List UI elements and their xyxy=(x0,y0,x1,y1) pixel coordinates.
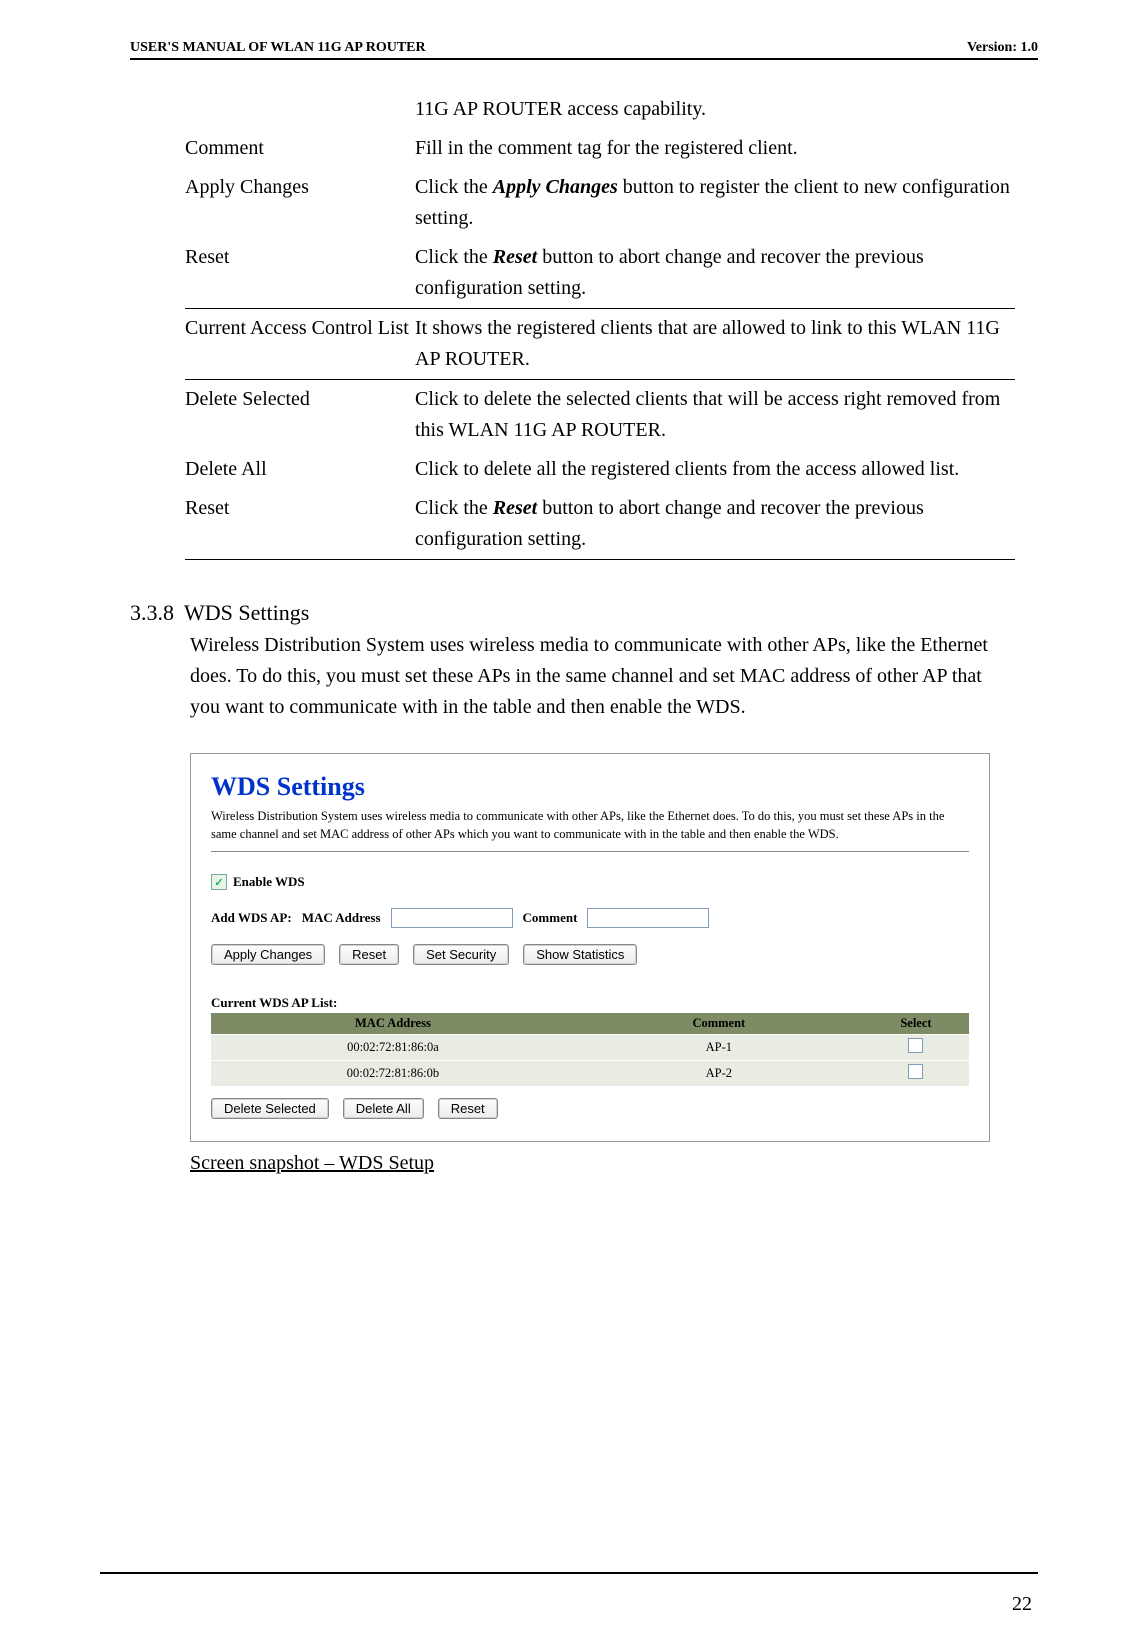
footer-rule xyxy=(100,1572,1038,1574)
def-text: Click to delete the selected clients tha… xyxy=(415,380,1015,451)
panel-button-row-1: Apply Changes Reset Set Security Show St… xyxy=(211,944,969,965)
section-number: 3.3.8 xyxy=(130,600,174,626)
def-text: 11G AP ROUTER access capability. xyxy=(415,90,1015,129)
def-text: Fill in the comment tag for the register… xyxy=(415,129,1015,168)
figure-caption: Screen snapshot – WDS Setup xyxy=(190,1152,1038,1175)
delete-all-button[interactable]: Delete All xyxy=(343,1098,424,1119)
def-text: It shows the registered clients that are… xyxy=(415,309,1015,380)
cell-select xyxy=(863,1035,969,1061)
def-text: Click the Reset button to abort change a… xyxy=(415,238,1015,309)
enable-wds-row: ✓ Enable WDS xyxy=(211,874,969,890)
enable-wds-checkbox[interactable]: ✓ xyxy=(211,874,227,890)
header-rule xyxy=(130,58,1038,60)
section-heading: 3.3.8 WDS Settings xyxy=(130,600,1038,626)
panel-button-row-2: Delete Selected Delete All Reset xyxy=(211,1098,969,1119)
def-text: Click to delete all the registered clien… xyxy=(415,450,1015,489)
apply-changes-button[interactable]: Apply Changes xyxy=(211,944,325,965)
enable-wds-label: Enable WDS xyxy=(233,874,305,890)
definition-table: 11G AP ROUTER access capability.CommentF… xyxy=(185,90,1015,560)
table-row: 00:02:72:81:86:0aAP-1 xyxy=(211,1035,969,1061)
header-left: USER'S MANUAL OF WLAN 11G AP ROUTER xyxy=(130,40,426,56)
wds-ap-table: MAC Address Comment Select 00:02:72:81:8… xyxy=(211,1013,969,1086)
panel-title: WDS Settings xyxy=(211,772,969,802)
wds-list-title: Current WDS AP List: xyxy=(211,995,969,1011)
page-number: 22 xyxy=(1012,1593,1032,1616)
add-wds-label: Add WDS AP: xyxy=(211,910,292,926)
col-select: Select xyxy=(863,1013,969,1035)
comment-input[interactable] xyxy=(587,908,709,928)
def-label: Comment xyxy=(185,129,415,168)
cell-comment: AP-2 xyxy=(575,1061,863,1087)
cell-comment: AP-1 xyxy=(575,1035,863,1061)
def-label: Delete Selected xyxy=(185,380,415,451)
set-security-button[interactable]: Set Security xyxy=(413,944,509,965)
reset-button[interactable]: Reset xyxy=(339,944,399,965)
col-comment: Comment xyxy=(575,1013,863,1035)
section-title: WDS Settings xyxy=(184,600,309,626)
def-label: Apply Changes xyxy=(185,168,415,238)
mac-address-input[interactable] xyxy=(391,908,513,928)
reset-button-2[interactable]: Reset xyxy=(438,1098,498,1119)
col-mac: MAC Address xyxy=(211,1013,575,1035)
def-label: Delete All xyxy=(185,450,415,489)
def-label xyxy=(185,90,415,129)
header-right: Version: 1.0 xyxy=(967,40,1038,56)
cell-mac: 00:02:72:81:86:0b xyxy=(211,1061,575,1087)
def-label: Reset xyxy=(185,489,415,560)
row-select-checkbox[interactable] xyxy=(908,1064,923,1079)
mac-address-label: MAC Address xyxy=(302,910,381,926)
section-body: Wireless Distribution System uses wirele… xyxy=(190,630,1010,723)
add-wds-row: Add WDS AP: MAC Address Comment xyxy=(211,908,969,928)
def-text: Click the Reset button to abort change a… xyxy=(415,489,1015,560)
table-row: 00:02:72:81:86:0bAP-2 xyxy=(211,1061,969,1087)
show-statistics-button[interactable]: Show Statistics xyxy=(523,944,637,965)
cell-select xyxy=(863,1061,969,1087)
delete-selected-button[interactable]: Delete Selected xyxy=(211,1098,329,1119)
def-text: Click the Apply Changes button to regist… xyxy=(415,168,1015,238)
cell-mac: 00:02:72:81:86:0a xyxy=(211,1035,575,1061)
def-label: Reset xyxy=(185,238,415,309)
row-select-checkbox[interactable] xyxy=(908,1038,923,1053)
comment-label: Comment xyxy=(523,910,578,926)
panel-description: Wireless Distribution System uses wirele… xyxy=(211,808,969,852)
wds-settings-panel: WDS Settings Wireless Distribution Syste… xyxy=(190,753,990,1142)
def-label: Current Access Control List xyxy=(185,309,415,380)
